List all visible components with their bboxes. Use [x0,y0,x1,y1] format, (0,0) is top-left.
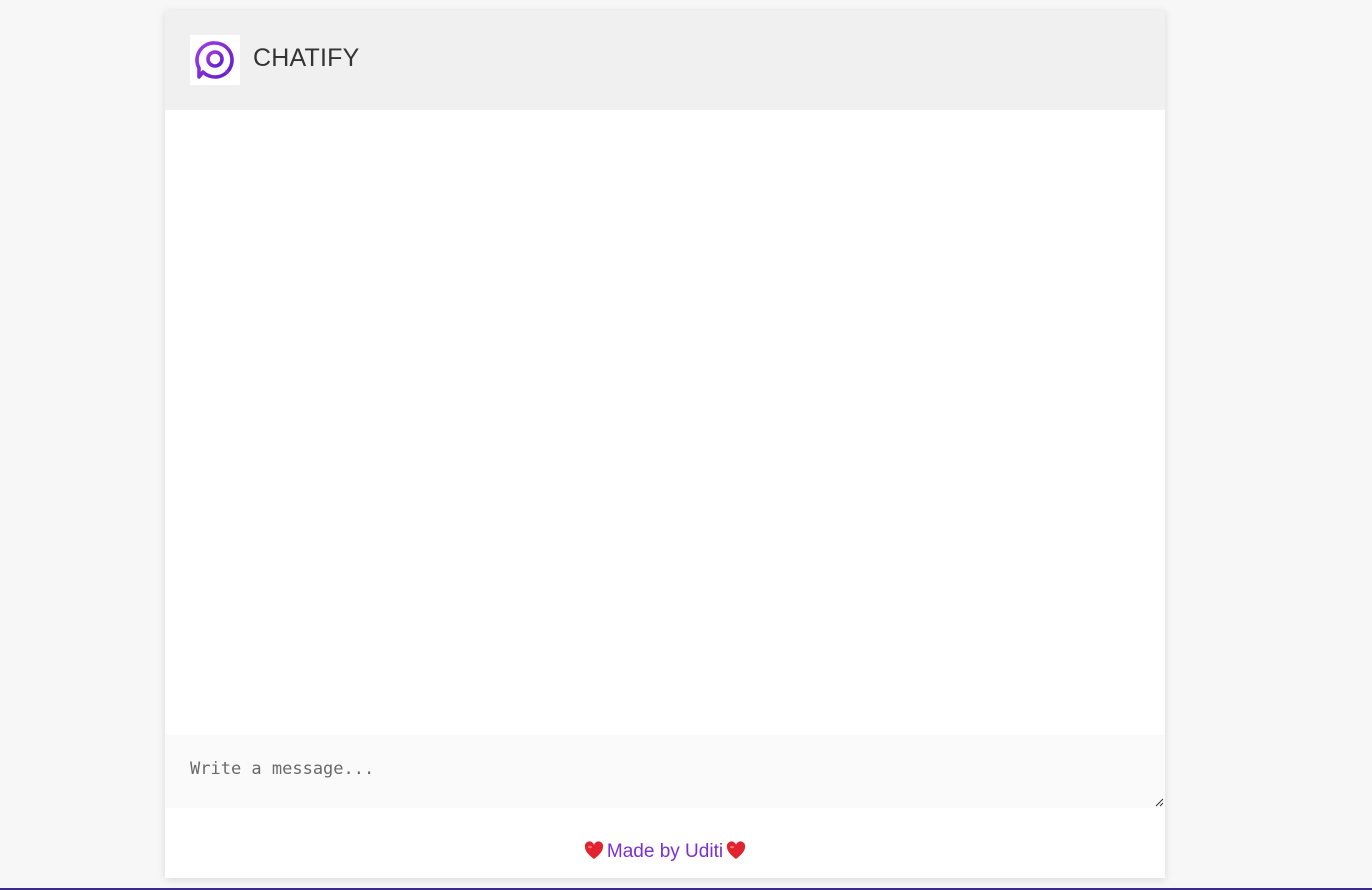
chat-header: CHATIFY [165,10,1165,110]
credit-line: Made by Uditi [165,841,1165,863]
app-logo [190,35,240,85]
resize-handle-icon[interactable] [1154,797,1164,807]
credit-text: Made by Uditi [606,841,724,862]
message-input[interactable] [165,735,1165,808]
messages-area[interactable] [165,110,1165,735]
chat-bubble-at-icon [195,41,234,79]
chat-window: CHATIFY Made by Uditi [165,10,1165,878]
heart-icon [726,841,746,859]
heart-icon [584,841,604,859]
footer: Made by Uditi [165,808,1165,878]
message-composer [165,735,1165,808]
app-title: CHATIFY [253,44,360,72]
